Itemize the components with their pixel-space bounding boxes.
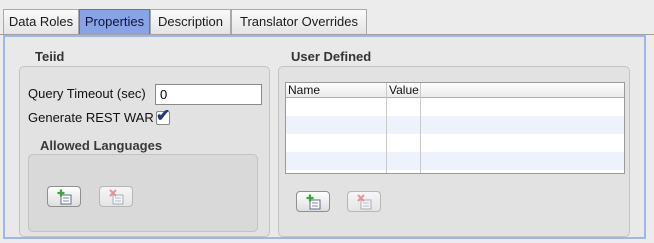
tab-properties[interactable]: Properties	[79, 9, 150, 35]
add-row-icon	[57, 189, 72, 205]
user-defined-group: Name Value	[278, 66, 630, 237]
table-row	[286, 134, 624, 152]
table-row	[286, 152, 624, 170]
user-defined-table[interactable]: Name Value	[285, 82, 625, 174]
teiid-group-title: Teiid	[35, 49, 65, 64]
checkmark-icon: ✔	[156, 106, 171, 125]
query-timeout-input[interactable]	[155, 84, 262, 105]
table-header: Name Value	[286, 83, 624, 98]
remove-language-button[interactable]	[99, 186, 133, 207]
tab-data-roles[interactable]: Data Roles	[3, 9, 79, 35]
tab-translator-overrides[interactable]: Translator Overrides	[231, 9, 367, 35]
remove-row-icon	[357, 194, 372, 210]
allowed-languages-title: Allowed Languages	[40, 138, 163, 153]
column-separator	[386, 83, 387, 173]
teiid-group: Query Timeout (sec) Generate REST WAR ✔ …	[19, 66, 270, 237]
remove-property-button[interactable]	[347, 191, 381, 212]
table-row	[286, 98, 624, 116]
properties-editor: Data Roles Properties Description Transl…	[0, 0, 654, 243]
add-property-button[interactable]	[296, 191, 330, 212]
allowed-languages-group	[28, 154, 258, 232]
column-header-name[interactable]: Name	[286, 83, 386, 98]
remove-row-icon	[109, 189, 124, 205]
generate-rest-war-checkbox[interactable]: ✔	[156, 107, 170, 125]
table-row	[286, 116, 624, 134]
add-language-button[interactable]	[47, 186, 81, 207]
tab-description[interactable]: Description	[150, 9, 231, 35]
query-timeout-label: Query Timeout (sec)	[28, 86, 146, 101]
add-row-icon	[306, 194, 321, 210]
properties-panel: Teiid Query Timeout (sec) Generate REST …	[3, 35, 646, 239]
user-defined-group-title: User Defined	[291, 49, 372, 64]
tab-strip: Data Roles Properties Description Transl…	[0, 0, 654, 35]
generate-rest-war-label: Generate REST WAR	[28, 110, 154, 125]
column-header-value[interactable]: Value	[387, 83, 420, 98]
column-separator	[420, 83, 421, 173]
